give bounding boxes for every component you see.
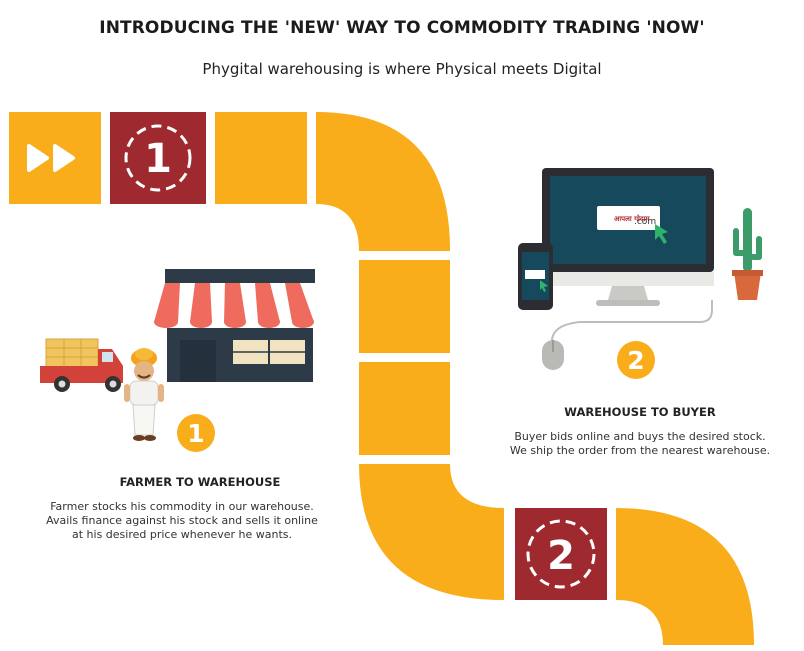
website-domain: .com (634, 217, 656, 227)
journey-illustration: 1 2 1 आपला गोदाम .com 2 (9, 112, 763, 645)
step-1-title: FARMER TO WAREHOUSE (119, 475, 281, 489)
step-1-description-line: at his desired price whenever he wants. (72, 528, 292, 541)
path-bend-top (316, 112, 450, 251)
step-2-description-line: We ship the order from the nearest wareh… (509, 444, 771, 457)
farmer-icon (124, 348, 164, 441)
step-1-description-line: Avails finance against his stock and sel… (46, 514, 318, 527)
step-2-badge: 2 (617, 341, 655, 379)
step-1-description: Farmer stocks his commodity in our wareh… (22, 500, 342, 542)
step-1-description-line: Farmer stocks his commodity in our wareh… (50, 500, 314, 513)
cactus-plant-icon (732, 208, 763, 300)
step-1-badge: 1 (177, 414, 215, 452)
path-tile (215, 112, 307, 204)
path-bend-bottom (359, 464, 504, 600)
warehouse-store-icon (154, 269, 326, 382)
step-2-description: Buyer bids online and buys the desired s… (480, 430, 800, 458)
tile-2-number: 2 (547, 533, 575, 579)
desktop-computer-icon: आपला गोदाम .com (542, 168, 714, 306)
path-tile (359, 362, 450, 455)
step-2-title: WAREHOUSE TO BUYER (564, 405, 716, 419)
step-2-number: 2 (627, 346, 644, 375)
smartphone-icon (518, 243, 553, 310)
truck-icon (40, 338, 123, 392)
step-2-description-line: Buyer bids online and buys the desired s… (514, 430, 766, 443)
step-1-number: 1 (187, 419, 204, 448)
path-tile (359, 260, 450, 353)
tile-1-number: 1 (144, 136, 172, 182)
path-bend-end (616, 508, 754, 645)
